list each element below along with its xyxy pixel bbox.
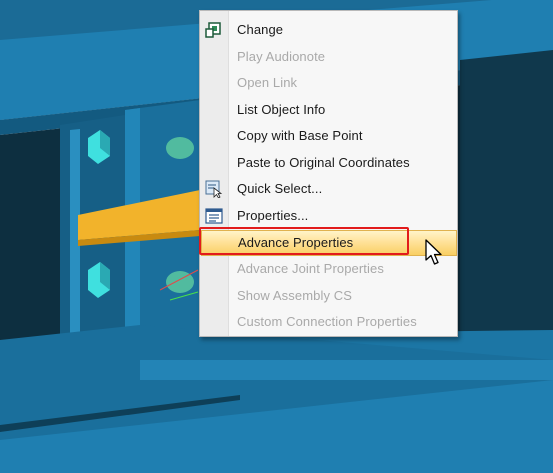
menu-item-label: Change bbox=[237, 22, 284, 37]
menu-item-label: Show Assembly CS bbox=[237, 288, 353, 303]
menu-item-paste-to-original-coordinates[interactable]: Paste to Original Coordinates bbox=[200, 150, 457, 176]
menu-item-properties[interactable]: Properties... bbox=[200, 203, 457, 229]
menu-item-label: Custom Connection Properties bbox=[237, 314, 417, 329]
highlight-callout-box bbox=[199, 227, 409, 255]
menu-item-open-link[interactable]: Open Link bbox=[200, 70, 457, 96]
menu-item-quick-select[interactable]: Quick Select... bbox=[200, 176, 457, 202]
menu-item-label: Quick Select... bbox=[237, 181, 323, 196]
context-menu: Change Play Audionote Open Link List Obj… bbox=[199, 10, 458, 337]
menu-item-label: Paste to Original Coordinates bbox=[237, 155, 410, 170]
mouse-pointer-icon bbox=[425, 239, 443, 272]
menu-item-label: Play Audionote bbox=[237, 49, 326, 64]
menu-item-custom-connection-properties[interactable]: Custom Connection Properties bbox=[200, 309, 457, 335]
menu-item-label: Advance Joint Properties bbox=[237, 261, 384, 276]
quick-select-icon bbox=[205, 180, 223, 199]
menu-item-label: Properties... bbox=[237, 208, 309, 223]
change-icon bbox=[205, 21, 223, 39]
menu-item-show-assembly-cs[interactable]: Show Assembly CS bbox=[200, 283, 457, 309]
menu-item-label: Copy with Base Point bbox=[237, 128, 363, 143]
menu-item-play-audionote[interactable]: Play Audionote bbox=[200, 44, 457, 70]
menu-item-copy-with-base-point[interactable]: Copy with Base Point bbox=[200, 123, 457, 149]
menu-item-change[interactable]: Change bbox=[200, 17, 457, 43]
menu-item-label: Open Link bbox=[237, 75, 298, 90]
menu-item-advance-joint-properties[interactable]: Advance Joint Properties bbox=[200, 256, 457, 282]
menu-item-label: List Object Info bbox=[237, 102, 326, 117]
properties-icon bbox=[205, 207, 223, 225]
menu-item-list-object-info[interactable]: List Object Info bbox=[200, 97, 457, 123]
